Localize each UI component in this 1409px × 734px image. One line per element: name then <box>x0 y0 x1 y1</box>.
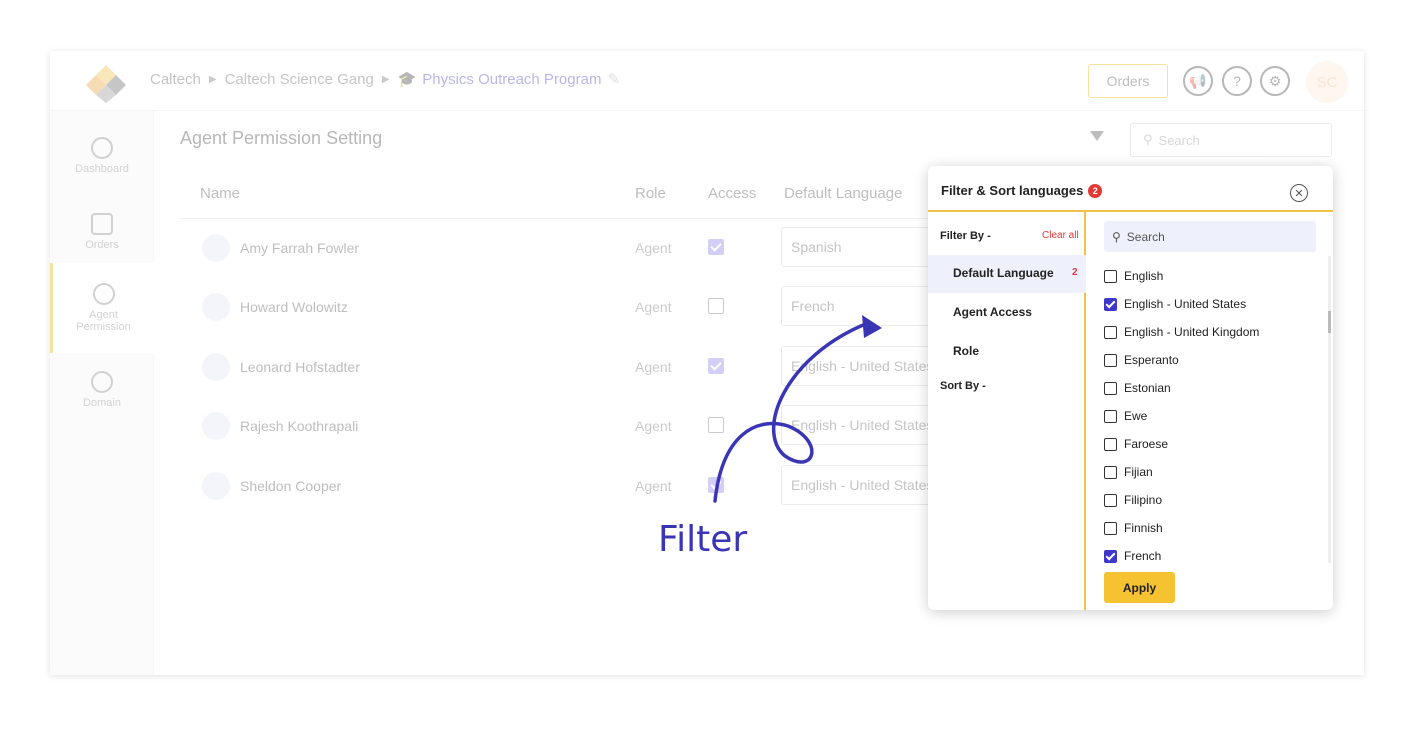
language-label: English <box>1124 269 1164 283</box>
checkbox[interactable] <box>1104 381 1117 395</box>
checkbox[interactable] <box>1104 297 1117 311</box>
checkbox[interactable] <box>1104 353 1117 367</box>
search-placeholder: Search <box>1126 229 1165 244</box>
language-option[interactable]: Estonian <box>1104 374 1314 402</box>
annotation-caption: Filter <box>658 519 748 560</box>
scrollbar-thumb[interactable] <box>1328 311 1331 333</box>
language-option[interactable]: English <box>1104 262 1314 290</box>
filter-agent-access[interactable]: Agent Access <box>928 294 1086 332</box>
filter-by-label: Filter By - <box>940 230 991 242</box>
checkbox[interactable] <box>1104 325 1117 339</box>
popup-title: Filter & Sort languages 2 <box>941 183 1103 198</box>
close-icon[interactable]: ✕ <box>1290 184 1308 202</box>
checkbox[interactable] <box>1104 437 1117 451</box>
checkbox[interactable] <box>1104 269 1117 283</box>
language-label: Faroese <box>1124 437 1169 451</box>
language-label: Fijian <box>1124 465 1153 479</box>
checkbox[interactable] <box>1104 409 1117 423</box>
language-option[interactable]: English - United Kingdom <box>1104 318 1314 346</box>
language-list: English English - United States English … <box>1104 262 1314 570</box>
search-icon: ⚲ <box>1112 229 1121 244</box>
filter-count: 2 <box>1072 267 1078 278</box>
language-label: French <box>1124 549 1162 563</box>
checkbox[interactable] <box>1104 521 1117 535</box>
language-label: English - United States <box>1124 297 1247 311</box>
scrollbar-track[interactable] <box>1328 256 1331 563</box>
language-option[interactable]: Faroese <box>1104 430 1314 458</box>
filter-count-badge: 2 <box>1088 183 1103 198</box>
filter-label: Role <box>953 344 980 358</box>
language-label: Esperanto <box>1124 353 1179 367</box>
filter-default-language[interactable]: Default Language 2 <box>928 255 1086 293</box>
language-option[interactable]: Filipino <box>1104 486 1314 514</box>
app-window: Caltech ▶ Caltech Science Gang ▶ 🎓 Physi… <box>50 51 1364 675</box>
apply-button[interactable]: Apply <box>1104 572 1175 603</box>
filter-role[interactable]: Role <box>928 333 1086 371</box>
filter-label: Agent Access <box>953 305 1032 319</box>
sort-by-label[interactable]: Sort By - <box>940 380 986 392</box>
language-option[interactable]: Fijian <box>1104 458 1314 486</box>
checkbox[interactable] <box>1104 549 1117 563</box>
checkbox[interactable] <box>1104 465 1117 479</box>
filter-categories: Filter By - Clear all Default Language 2… <box>928 212 1086 610</box>
language-option[interactable]: Ewe <box>1104 402 1314 430</box>
language-label: Filipino <box>1124 493 1163 507</box>
popup-header: Filter & Sort languages 2 ✕ <box>928 166 1333 212</box>
language-option[interactable]: Esperanto <box>1104 346 1314 374</box>
clear-all-link[interactable]: Clear all <box>1042 230 1079 241</box>
language-search-input[interactable]: ⚲ Search <box>1104 221 1316 252</box>
checkbox[interactable] <box>1104 493 1117 507</box>
filter-label: Default Language <box>953 266 1054 280</box>
language-label: Ewe <box>1124 409 1148 423</box>
language-label: Estonian <box>1124 381 1171 395</box>
language-label: Finnish <box>1124 521 1163 535</box>
language-option[interactable]: English - United States <box>1104 290 1314 318</box>
language-option[interactable]: Finnish <box>1104 514 1314 542</box>
language-label: English - United Kingdom <box>1124 325 1260 339</box>
filter-sort-popup: Filter & Sort languages 2 ✕ Filter By - … <box>928 166 1333 610</box>
language-option[interactable]: French <box>1104 542 1314 570</box>
popup-title-text: Filter & Sort languages <box>941 183 1084 198</box>
